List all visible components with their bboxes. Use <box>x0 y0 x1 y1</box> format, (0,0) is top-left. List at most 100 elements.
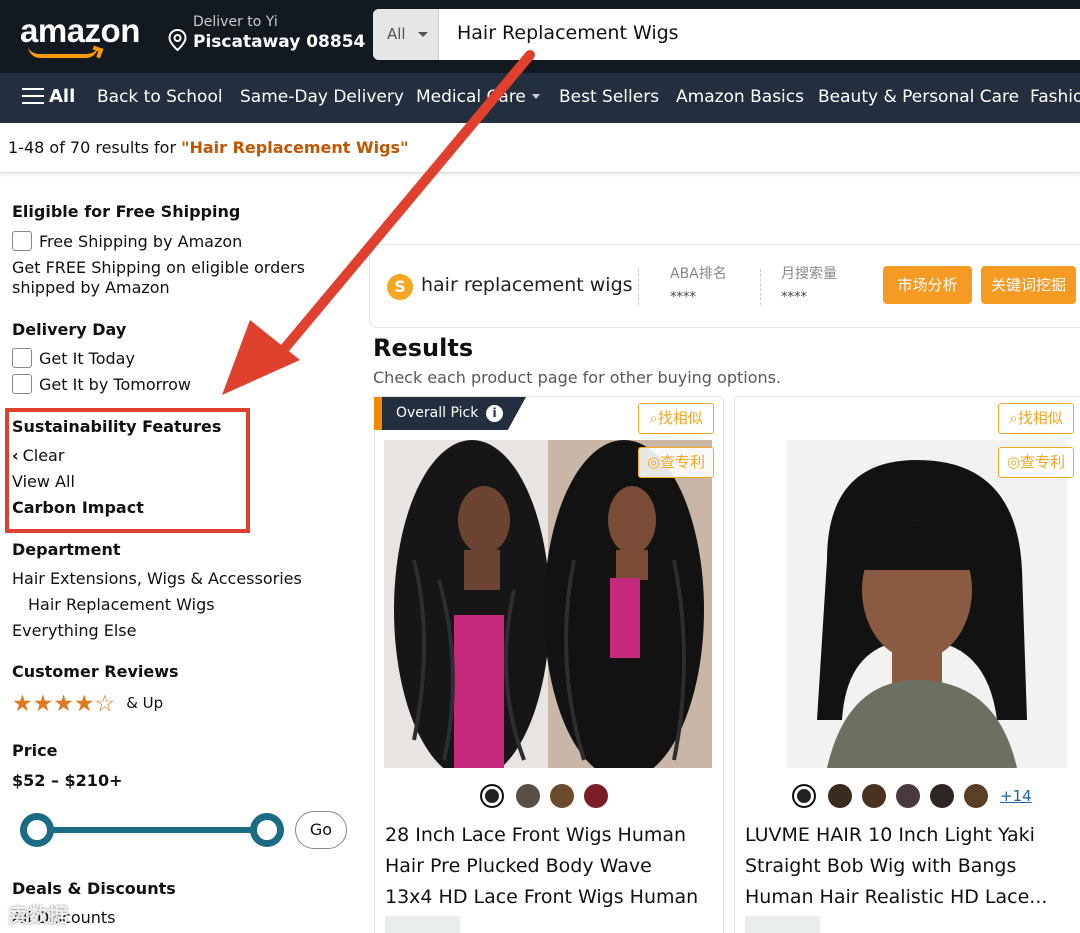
clear-filter-label: Clear <box>22 446 65 465</box>
chevron-down-icon <box>418 32 428 37</box>
overall-pick-label: Overall Pick <box>396 405 479 421</box>
department-item[interactable]: Everything Else <box>12 621 136 640</box>
nav-item-medical-care[interactable]: Medical Care <box>416 87 540 107</box>
color-swatch[interactable] <box>896 784 920 808</box>
delivery-option-tomorrow[interactable]: Get It by Tomorrow <box>12 374 191 394</box>
find-similar-label: 找相似 <box>657 409 703 427</box>
deliver-to-label: Deliver to Yi <box>193 14 278 30</box>
sustainability-heading: Sustainability Features <box>12 417 222 436</box>
results-count-bar: 1-48 of 70 results for "Hair Replacement… <box>0 123 1080 173</box>
more-swatches-link[interactable]: +14 <box>1000 787 1032 805</box>
star-filled-icon: ★ <box>73 691 95 717</box>
search-icon: ⌕ <box>649 409 658 427</box>
color-swatch[interactable] <box>862 784 886 808</box>
results-subheading: Check each product page for other buying… <box>373 368 782 387</box>
find-similar-label: 找相似 <box>1017 409 1063 427</box>
color-swatch[interactable] <box>792 784 816 808</box>
info-icon[interactable]: i <box>486 405 503 422</box>
amazon-logo[interactable]: amazon <box>20 12 140 50</box>
search-input[interactable]: Hair Replacement Wigs <box>457 22 679 44</box>
results-heading: Results <box>373 334 474 362</box>
search-icon: ⌕ <box>1009 409 1018 427</box>
check-patent-label: 查专利 <box>1020 453 1066 471</box>
star-filled-icon: ★ <box>32 691 54 717</box>
nav-item-back-to-school[interactable]: Back to School <box>97 87 223 107</box>
nav-item-beauty-personal-care[interactable]: Beauty & Personal Care <box>818 87 1019 107</box>
patent-icon: ◎ <box>646 453 661 471</box>
deliver-location: Piscataway 08854 <box>193 32 366 52</box>
color-swatch[interactable] <box>550 784 574 808</box>
market-analysis-button[interactable]: 市场分析 <box>883 266 972 304</box>
nav-item-amazon-basics[interactable]: Amazon Basics <box>676 87 804 107</box>
deals-heading: Deals & Discounts <box>12 879 176 898</box>
search-bar: All Hair Replacement Wigs <box>373 9 1080 60</box>
top-header: amazon Deliver to Yi Piscataway 08854 Al… <box>0 0 1080 73</box>
keyword-mining-button[interactable]: 关键词挖掘 <box>981 266 1076 304</box>
product-image[interactable] <box>384 440 712 768</box>
clear-filter-link[interactable]: ‹ Clear <box>12 446 64 465</box>
color-swatch[interactable] <box>584 784 608 808</box>
keyword-plugin-bar: S hair replacement wigs ABA排名 **** 月搜索量 … <box>369 244 1080 328</box>
customer-reviews-heading: Customer Reviews <box>12 662 179 681</box>
amazon-logo-smile-tip <box>90 45 104 59</box>
delivery-option-today[interactable]: Get It Today <box>12 348 135 368</box>
all-menu-label: All <box>49 86 76 107</box>
view-all-link[interactable]: View All <box>12 472 75 491</box>
find-similar-button[interactable]: ⌕找相似 <box>998 403 1074 434</box>
star-filled-icon: ★ <box>53 691 74 717</box>
star-empty-icon: ☆ <box>94 691 116 717</box>
product-title[interactable]: LUVME HAIR 10 Inch Light Yaki Straight B… <box>745 820 1065 913</box>
price-slider-track[interactable] <box>37 827 267 833</box>
delivery-option-label: Get It by Tomorrow <box>39 375 192 394</box>
checkbox[interactable] <box>12 374 32 394</box>
location-pin-icon <box>168 29 187 51</box>
department-heading: Department <box>12 540 121 559</box>
all-menu-button[interactable]: All <box>22 86 75 107</box>
color-swatch[interactable] <box>930 784 954 808</box>
search-category-label: All <box>387 25 406 43</box>
color-swatch[interactable] <box>480 784 504 808</box>
color-swatch[interactable] <box>828 784 852 808</box>
overall-pick-badge[interactable]: Overall Pick i <box>374 397 526 430</box>
department-item[interactable]: Hair Extensions, Wigs & Accessories <box>12 569 302 588</box>
price-range: $52 – $210+ <box>12 771 123 790</box>
monthly-search-label: 月搜索量 <box>781 266 837 282</box>
price-stub <box>745 916 820 933</box>
checkbox[interactable] <box>12 231 32 251</box>
results-count-text: 1-48 of 70 results for "Hair Replacement… <box>8 138 408 157</box>
price-stub <box>385 916 460 933</box>
price-slider-max-handle[interactable] <box>250 813 284 847</box>
plugin-logo-icon: S <box>387 274 413 300</box>
nav-item-fashion[interactable]: Fashio <box>1030 87 1080 107</box>
free-shipping-note: shipped by Amazon <box>12 278 170 297</box>
rating-up-label: & Up <box>126 694 164 712</box>
color-swatch[interactable] <box>516 784 540 808</box>
results-count: 1-48 of 70 results for <box>8 138 182 157</box>
free-shipping-heading: Eligible for Free Shipping <box>12 202 241 221</box>
price-slider-min-handle[interactable] <box>20 813 54 847</box>
amazon-logo-smile <box>28 46 98 58</box>
results-query: "Hair Replacement Wigs" <box>181 138 409 157</box>
nav-item-best-sellers[interactable]: Best Sellers <box>559 87 659 107</box>
carbon-impact-link[interactable]: Carbon Impact <box>12 498 144 517</box>
department-item[interactable]: Hair Replacement Wigs <box>28 595 215 614</box>
checkbox[interactable] <box>12 348 32 368</box>
monthly-search-value: **** <box>781 290 807 305</box>
nav-item-same-day-delivery[interactable]: Same-Day Delivery <box>240 87 404 107</box>
chevron-left-icon: ‹ <box>12 446 19 465</box>
product-image[interactable] <box>787 440 1067 768</box>
watermark: 卖数据 <box>8 903 68 927</box>
find-similar-button[interactable]: ⌕找相似 <box>638 403 714 434</box>
check-patent-button[interactable]: ◎查专利 <box>998 447 1074 478</box>
color-swatch[interactable] <box>964 784 988 808</box>
search-category-dropdown[interactable]: All <box>373 9 439 60</box>
check-patent-button[interactable]: ◎查专利 <box>638 447 714 478</box>
free-shipping-option[interactable]: Free Shipping by Amazon <box>12 231 242 251</box>
delivery-option-label: Get It Today <box>39 349 135 368</box>
delivery-day-heading: Delivery Day <box>12 320 127 339</box>
star-filled-icon: ★ <box>12 691 33 717</box>
price-heading: Price <box>12 741 58 760</box>
rating-filter-4-up[interactable]: ★★★★☆ & Up <box>12 693 163 716</box>
plugin-keyword: hair replacement wigs <box>421 274 633 296</box>
price-go-button[interactable]: Go <box>295 811 347 849</box>
